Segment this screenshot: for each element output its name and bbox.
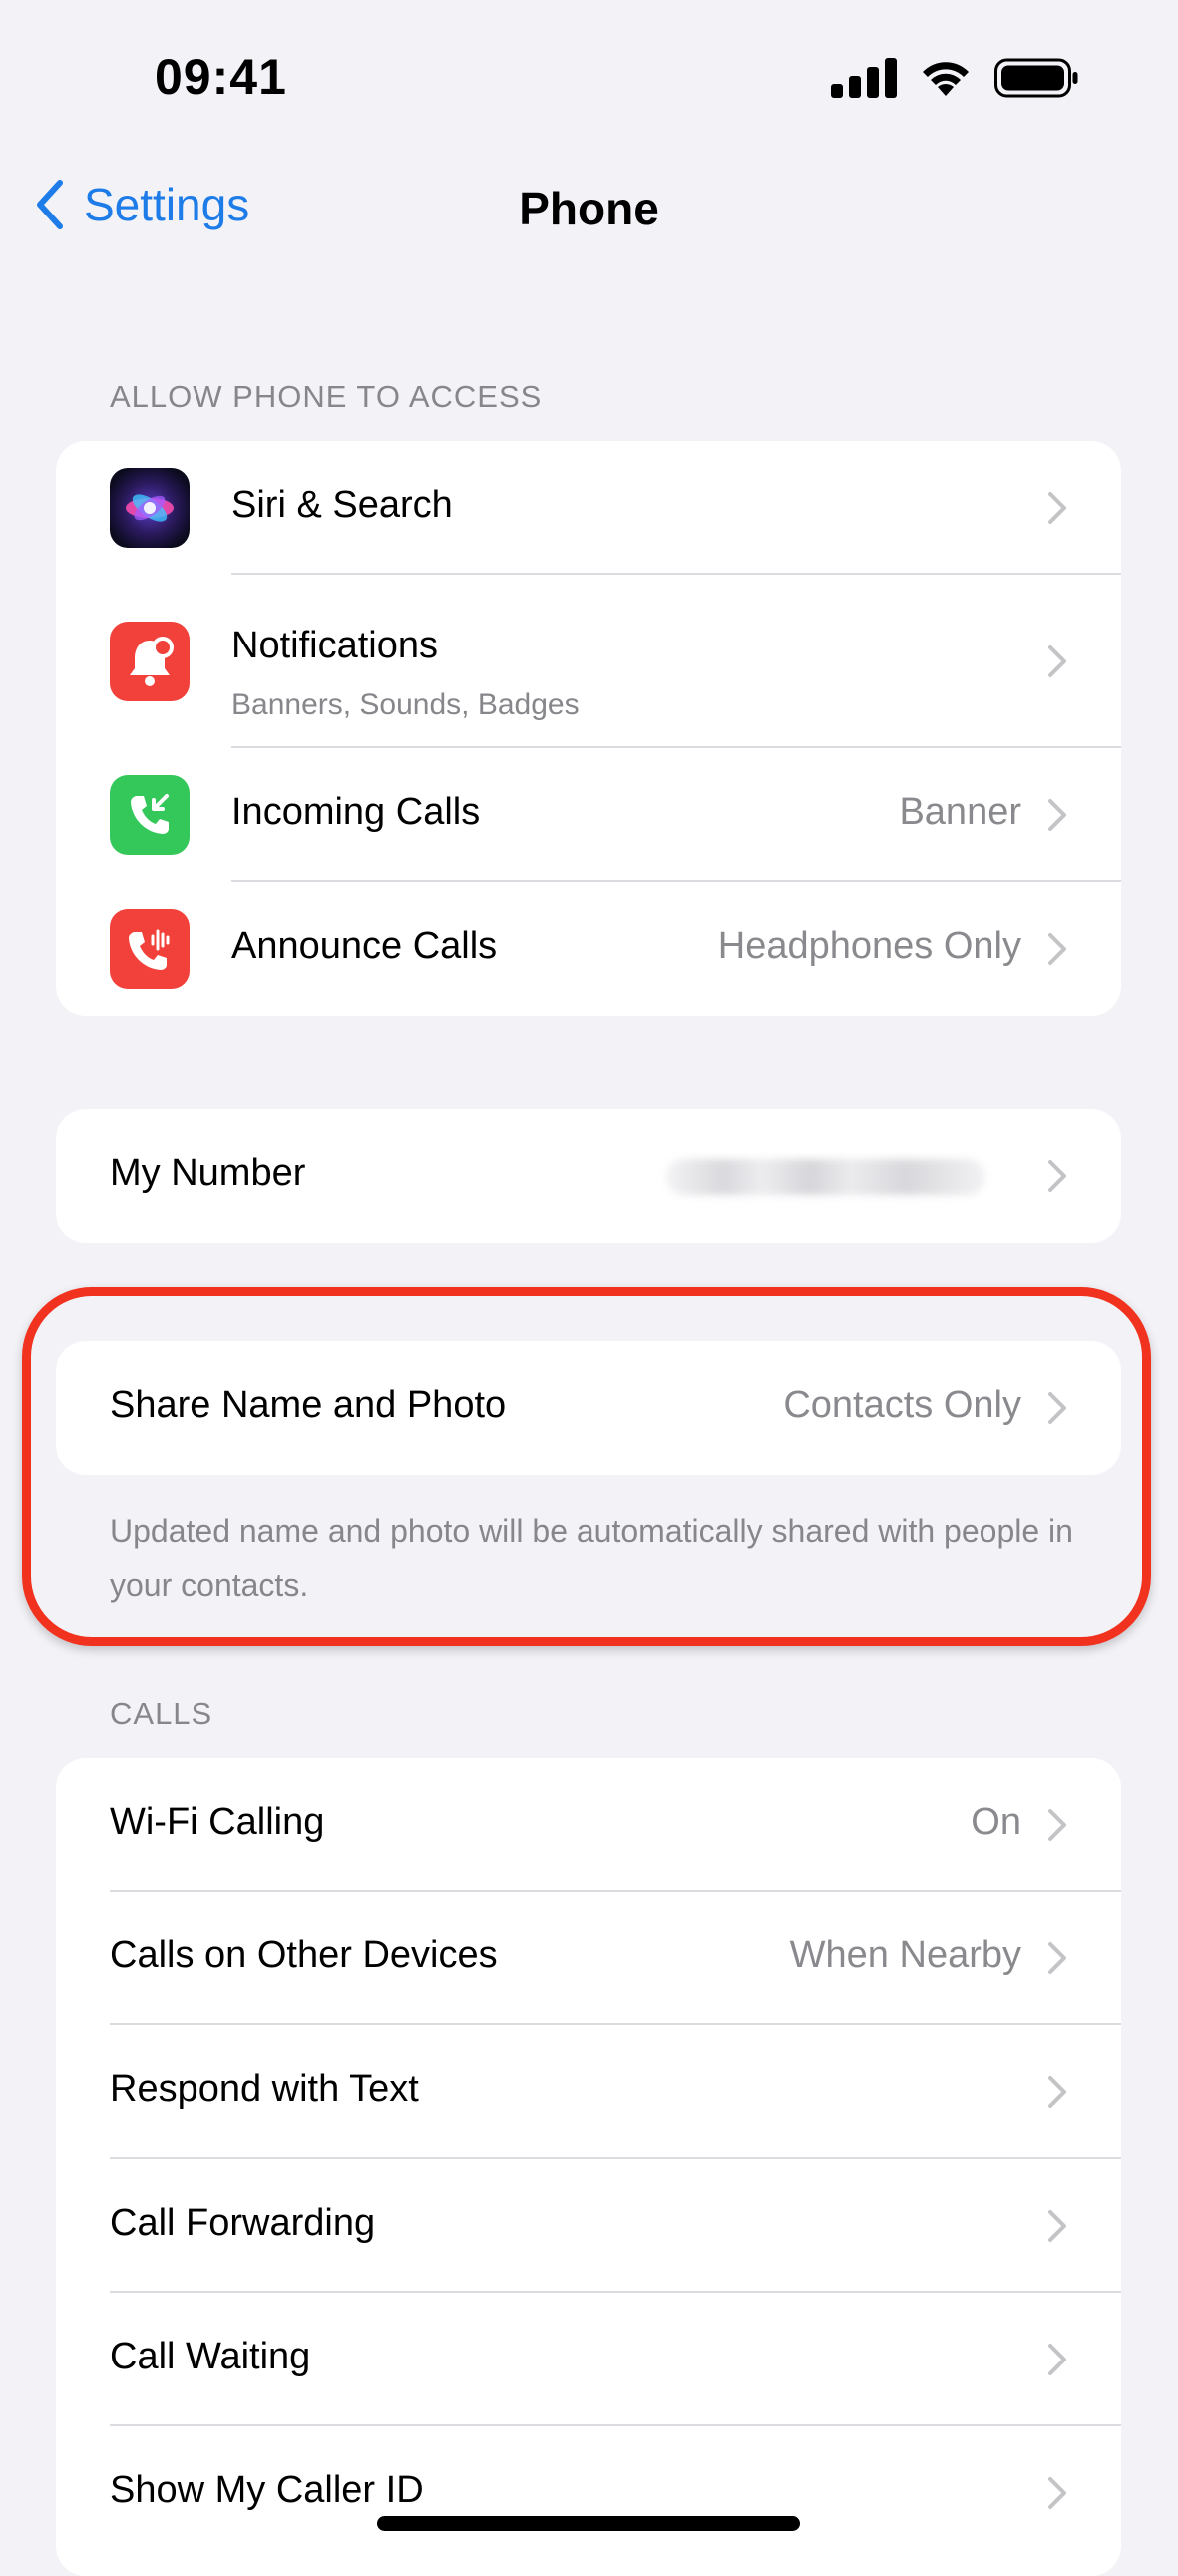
cellular-signal-icon bbox=[831, 58, 897, 98]
calls-row-value: On bbox=[971, 1801, 1021, 1843]
calls-row-label: Call Forwarding bbox=[110, 2202, 376, 2244]
chevron-right-icon bbox=[1048, 1160, 1066, 1192]
incoming-calls-label: Incoming Calls bbox=[231, 791, 481, 833]
status-time: 09:41 bbox=[155, 49, 287, 105]
chevron-right-icon bbox=[1048, 1942, 1066, 1974]
redacted-phone-number bbox=[666, 1159, 985, 1195]
chevron-right-icon bbox=[1048, 2344, 1066, 2375]
siri-search-label: Siri & Search bbox=[231, 484, 453, 526]
chevron-right-icon bbox=[1048, 2210, 1066, 2242]
calls-row-label: Call Waiting bbox=[110, 2336, 311, 2377]
home-indicator[interactable] bbox=[377, 2516, 800, 2531]
calls-row-label: Wi-Fi Calling bbox=[110, 1801, 325, 1843]
chevron-right-icon bbox=[1048, 799, 1066, 831]
my-number-group: My Number bbox=[56, 1109, 1121, 1243]
siri-icon bbox=[110, 468, 190, 548]
calls-settings-group: Wi-Fi Calling On Calls on Other Devices … bbox=[56, 1758, 1121, 2576]
notifications-row[interactable]: Notifications Banners, Sounds, Badges bbox=[56, 575, 1121, 748]
wifi-calling-row[interactable]: Wi-Fi Calling On bbox=[56, 1758, 1121, 1892]
notifications-label: Notifications bbox=[231, 625, 438, 666]
announce-calls-row[interactable]: Announce Calls Headphones Only bbox=[56, 882, 1121, 1016]
status-bar: 09:41 bbox=[0, 0, 1178, 150]
battery-icon bbox=[994, 58, 1078, 98]
status-icons bbox=[831, 58, 1078, 98]
respond-with-text-row[interactable]: Respond with Text bbox=[56, 2025, 1121, 2159]
call-forwarding-row[interactable]: Call Forwarding bbox=[56, 2159, 1121, 2293]
notifications-subtitle: Banners, Sounds, Badges bbox=[231, 688, 580, 721]
my-number-label: My Number bbox=[110, 1152, 306, 1194]
highlight-annotation bbox=[22, 1287, 1151, 1646]
calls-on-other-devices-row[interactable]: Calls on Other Devices When Nearby bbox=[56, 1892, 1121, 2025]
incoming-calls-value: Banner bbox=[899, 791, 1021, 833]
section-header-calls: CALLS bbox=[110, 1696, 213, 1731]
navigation-bar: Settings Phone bbox=[0, 160, 1178, 259]
bell-icon bbox=[110, 622, 190, 701]
calls-row-label: Respond with Text bbox=[110, 2068, 419, 2110]
wifi-icon bbox=[923, 62, 969, 96]
announce-calls-value: Headphones Only bbox=[717, 925, 1021, 967]
incoming-call-icon bbox=[110, 775, 190, 855]
my-number-row[interactable]: My Number bbox=[56, 1109, 1121, 1243]
page-title: Phone bbox=[519, 183, 659, 234]
section-header-access: ALLOW PHONE TO ACCESS bbox=[110, 379, 543, 414]
incoming-calls-row[interactable]: Incoming Calls Banner bbox=[56, 748, 1121, 882]
show-caller-id-row[interactable]: Show My Caller ID bbox=[56, 2426, 1121, 2560]
chevron-right-icon bbox=[1048, 645, 1066, 677]
announce-calls-label: Announce Calls bbox=[231, 925, 498, 967]
chevron-right-icon bbox=[1048, 2477, 1066, 2509]
announce-call-icon bbox=[110, 909, 190, 989]
calls-row-label: Calls on Other Devices bbox=[110, 1934, 498, 1976]
chevron-right-icon bbox=[1048, 492, 1066, 524]
calls-row-label: Show My Caller ID bbox=[110, 2469, 424, 2511]
chevron-right-icon bbox=[1048, 933, 1066, 965]
chevron-right-icon bbox=[1048, 2076, 1066, 2108]
siri-search-row[interactable]: Siri & Search bbox=[56, 441, 1121, 575]
calls-row-value: When Nearby bbox=[789, 1934, 1021, 1976]
call-waiting-row[interactable]: Call Waiting bbox=[56, 2293, 1121, 2426]
chevron-right-icon bbox=[1048, 1809, 1066, 1841]
access-settings-group: Siri & Search Notifications Banners, Sou… bbox=[56, 441, 1121, 1016]
